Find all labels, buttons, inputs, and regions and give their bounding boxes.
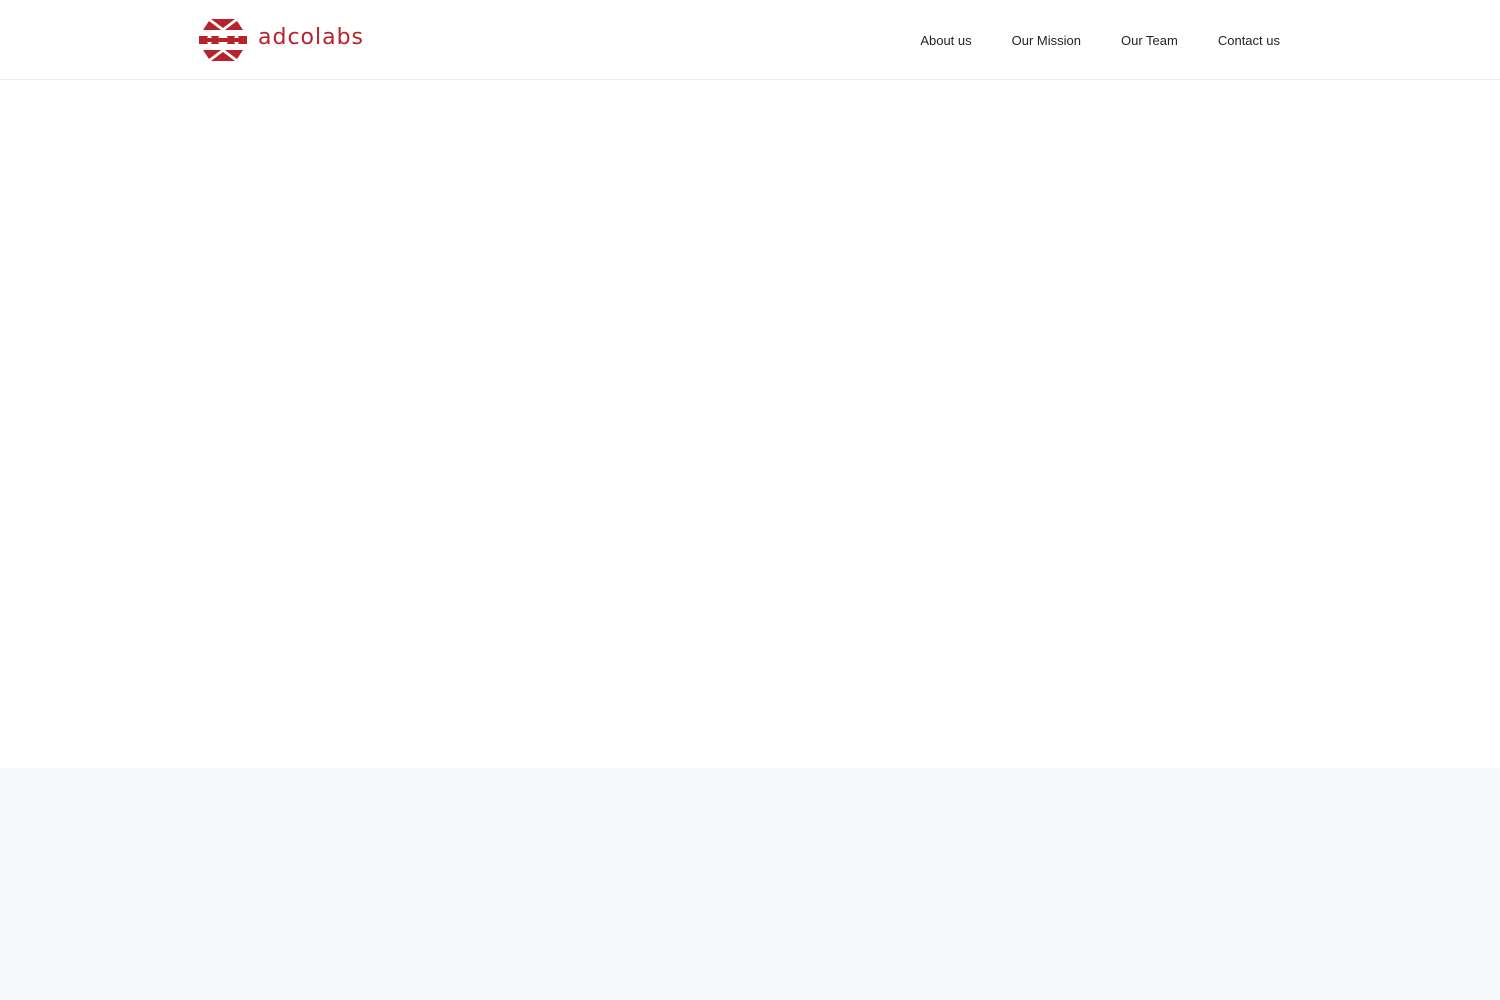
site-header: adcolabs About us Our Mission Our Team C… — [0, 0, 1500, 80]
nav-item-contact-us[interactable]: Contact us — [1218, 33, 1280, 48]
hero-section — [0, 81, 1500, 768]
nav-item-about-us[interactable]: About us — [920, 33, 971, 48]
nav-item-our-mission[interactable]: Our Mission — [1012, 33, 1081, 48]
hexagon-triangles-logo-icon — [199, 19, 247, 61]
main-navigation: About us Our Mission Our Team Contact us — [920, 0, 1280, 80]
nav-item-our-team[interactable]: Our Team — [1121, 33, 1178, 48]
lower-section — [0, 768, 1500, 1000]
brand-name: adcolabs — [258, 25, 365, 50]
logo-link[interactable]: adcolabs — [199, 18, 364, 62]
